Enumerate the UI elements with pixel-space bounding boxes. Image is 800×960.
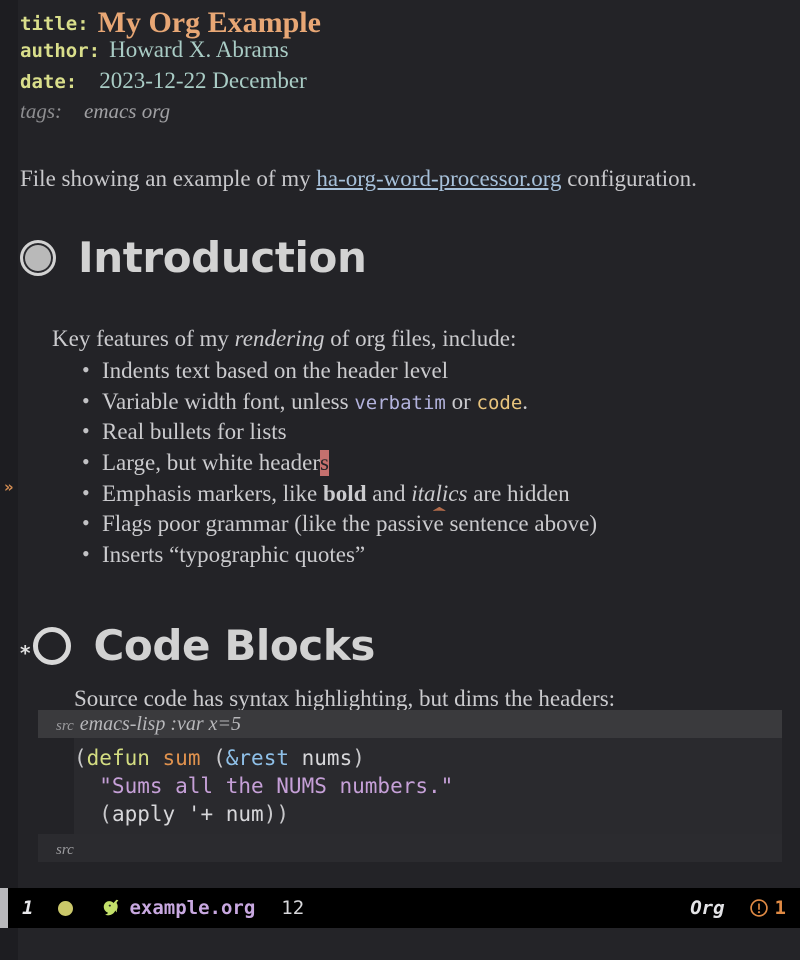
heading-star-marker: * [20, 641, 31, 665]
mode-line-edge-bar [0, 888, 8, 928]
code-line: (apply '+ num)) [74, 800, 782, 828]
hollow-ring-bullet-icon [33, 627, 72, 665]
source-block-footer: src [38, 834, 782, 862]
introduction-lead-text: Key features of my rendering of org file… [52, 326, 516, 352]
source-lang-args: emacs-lisp :var x=5 [79, 713, 242, 735]
source-block-header: src emacs-lisp :var x=5 [38, 710, 782, 738]
code-line: (defun sum (&rest nums) [74, 744, 782, 772]
list-item-text: and [366, 480, 412, 506]
text-cursor: s [319, 450, 329, 477]
heading-introduction[interactable]: Introduction [20, 233, 367, 282]
keyword-label-author: author: [20, 40, 101, 62]
source-code-body[interactable]: (defun sum (&rest nums) "Sums all the NU… [74, 738, 782, 834]
cursor-position: 12 [281, 897, 305, 919]
heading-code-blocks[interactable]: * Code Blocks [20, 625, 375, 667]
document-date: 2023-12-22 December [99, 68, 307, 93]
warning-circle-icon[interactable] [749, 898, 769, 918]
introduction-feature-list: Indents text based on the header level V… [80, 357, 597, 573]
echo-area[interactable] [0, 928, 800, 960]
code-token: ) [352, 746, 365, 770]
mode-line-right: Org 1 [690, 897, 786, 919]
filled-ring-bullet-icon [20, 240, 56, 276]
list-item: Large, but white headers [80, 449, 597, 481]
keyword-label-date: date: [20, 71, 78, 93]
list-item-text: Inserts “typographic quotes” [102, 542, 366, 568]
heading-introduction-label: Introduction [78, 233, 367, 282]
left-fringe: » [0, 0, 18, 888]
list-item-text: Real bullets for lists [102, 419, 287, 445]
code-token: &rest [225, 746, 289, 770]
warning-count: 1 [774, 897, 786, 919]
list-item: Real bullets for lists [80, 418, 597, 450]
code-token: defun [86, 746, 150, 770]
document-tags: emacs org [84, 99, 171, 123]
org-file-link[interactable]: ha-org-word-processor.org [316, 166, 561, 191]
lead-after: of org files, include: [324, 326, 517, 351]
buffer-status-dot-icon[interactable] [58, 900, 74, 916]
code-token: ( [200, 746, 226, 770]
list-item-text: Variable width font, unless [102, 388, 355, 414]
gnu-icon [101, 897, 123, 919]
list-item-text: Large, but white header [102, 450, 320, 476]
intro-text-before: File showing an example of my [20, 166, 317, 191]
source-keyword: src [56, 718, 74, 734]
code-text: code [476, 391, 523, 414]
org-keyword-author: author: Howard X. Abrams [20, 37, 321, 68]
code-token: '+ [187, 802, 214, 826]
code-line: "Sums all the NUMS numbers." [74, 772, 782, 800]
list-item-text: . [522, 388, 529, 414]
document-title: My Org Example [97, 6, 321, 39]
buffer-file-name[interactable]: example.org [129, 897, 255, 919]
list-item: Variable width font, unless verbatim or … [80, 388, 597, 420]
bold-text: bold [323, 480, 367, 506]
org-keyword-tags: tags: emacs org [20, 99, 321, 130]
keyword-label-tags: tags: [20, 99, 62, 123]
window-number: 1 [22, 897, 34, 919]
verbatim-text: verbatim [354, 391, 446, 414]
code-token: "Sums all the NUMS numbers." [74, 774, 454, 798]
list-item-text: Flags poor grammar (like the passive sen… [102, 511, 597, 537]
code-token: ( [74, 746, 87, 770]
list-item-text: Indents text based on the header level [102, 358, 449, 383]
list-item-text: or [445, 388, 477, 414]
code-token: nums [301, 746, 353, 770]
italic-text: italics [411, 480, 468, 506]
keyword-label-title: title: [20, 13, 89, 35]
document-author: Howard X. Abrams [109, 37, 289, 62]
heading-code-blocks-label: Code Blocks [93, 621, 376, 670]
mode-line[interactable]: 1 example.org 12 Org 1 [0, 888, 800, 928]
list-item-text: Emphasis markers, like [102, 480, 324, 506]
fringe-marker-icon: » [4, 478, 14, 496]
echo-area-fringe [0, 928, 18, 960]
org-keyword-block: title: My Org Example author: Howard X. … [20, 6, 321, 130]
mode-line-left: 1 example.org 12 [8, 897, 690, 919]
source-block[interactable]: src emacs-lisp :var x=5 (defun sum (&rest… [38, 710, 782, 862]
major-mode-label[interactable]: Org [690, 897, 724, 919]
code-token: )) [263, 802, 289, 826]
org-keyword-date: date: 2023-12-22 December [20, 68, 321, 99]
emacs-frame: » title: My Org Example author: Howard X… [0, 0, 800, 960]
list-item-text: are hidden [467, 480, 570, 506]
intro-paragraph: File showing an example of my ha-org-wor… [20, 166, 697, 192]
list-item: Flags poor grammar (like the passive sen… [80, 510, 597, 542]
buffer-area[interactable]: » title: My Org Example author: Howard X… [0, 0, 800, 888]
code-token: num [225, 802, 264, 826]
source-end-keyword: src [56, 842, 74, 858]
code-token: ( [74, 802, 112, 826]
list-item: Indents text based on the header level [80, 357, 597, 389]
code-blocks-lead-text: Source code has syntax highlighting, but… [74, 686, 616, 711]
lead-italic: rendering [234, 326, 325, 351]
org-keyword-title: title: My Org Example [20, 6, 321, 39]
intro-text-after: configuration. [561, 166, 697, 191]
list-item: Emphasis markers, like bold and italics … [80, 480, 597, 512]
list-item: Inserts “typographic quotes” [80, 541, 597, 573]
lead-before: Key features of my [52, 326, 235, 351]
code-token: apply [111, 802, 176, 826]
code-token: sum [162, 746, 201, 770]
